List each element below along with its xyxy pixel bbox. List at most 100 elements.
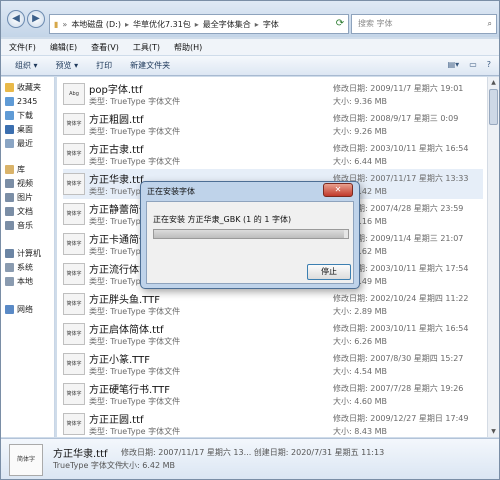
back-icon[interactable]: ◀ — [7, 10, 25, 28]
menu-tools[interactable]: 工具(T) — [133, 42, 160, 53]
file-name: 方正粗圆.ttf — [89, 115, 144, 126]
nav-item-label: 下载 — [17, 110, 33, 120]
font-file-icon: 简体字 — [63, 383, 85, 405]
nav-item[interactable]: 图片 — [5, 191, 55, 203]
nav-item[interactable]: 音乐 — [5, 219, 55, 231]
file-name: 方正小篆.TTF — [89, 355, 150, 366]
file-row[interactable]: 简体字 方正古隶.ttf 类型: TrueType 字体文件 修改日期: 2003/1… — [63, 139, 483, 169]
search-icon[interactable]: ⌕ — [488, 15, 492, 33]
forward-icon[interactable]: ▶ — [27, 10, 45, 28]
help-icon[interactable]: ? — [487, 60, 491, 69]
nav-item[interactable]: 收藏夹 — [5, 81, 55, 93]
file-type: 类型: TrueType 字体文件 — [89, 427, 181, 436]
file-date: 修改日期: 2009/12/27 星期日 17:49 — [333, 414, 469, 423]
nav-item-icon — [5, 110, 14, 120]
organize-button[interactable]: 组织 ▾ — [15, 60, 38, 71]
nav-item[interactable]: 本地 — [5, 275, 55, 287]
address-bar[interactable]: ▮ » 本地磁盘 (D:) ▸ 华草优化7.31包 ▸ 最全字体集合 ▸ 字体 — [49, 14, 349, 34]
close-icon[interactable]: ✕ — [323, 183, 353, 197]
nav-item-icon — [5, 304, 14, 314]
nav-item[interactable]: 桌面 — [5, 123, 55, 135]
nav-item[interactable]: 下载 — [5, 109, 55, 121]
font-file-icon: 简体字 — [63, 173, 85, 195]
folder-icon: ▮ — [54, 19, 59, 29]
file-date: 修改日期: 2003/10/11 星期六 16:54 — [333, 144, 469, 153]
details-type: TrueType 字体文件 — [53, 461, 123, 470]
details-dates: 修改日期: 2007/11/17 星期六 13... 创建日期: 2020/7/… — [121, 448, 385, 457]
file-size: 大小: 8.43 MB — [333, 427, 387, 436]
file-type: 类型: TrueType 字体文件 — [89, 367, 181, 376]
file-size: 大小: 6.26 MB — [333, 337, 387, 346]
file-type: 类型: TrueType 字体文件 — [89, 397, 181, 406]
vertical-scrollbar[interactable]: ▲ ▼ — [487, 77, 499, 437]
file-size: 大小: 4.60 MB — [333, 397, 387, 406]
nav-item-label: 本地 — [17, 276, 33, 286]
file-row[interactable]: 简体字 方正正圆.ttf 类型: TrueType 字体文件 修改日期: 2009/1… — [63, 409, 483, 437]
details-filename: 方正华隶.ttf — [53, 449, 108, 460]
nav-item-icon — [5, 96, 14, 106]
file-date: 修改日期: 2003/10/11 星期六 16:54 — [333, 324, 469, 333]
scroll-up-icon[interactable]: ▲ — [488, 77, 499, 88]
print-button[interactable]: 打印 — [96, 60, 112, 71]
nav-item-icon — [5, 192, 14, 202]
nav-item-icon — [5, 82, 14, 92]
menu-file[interactable]: 文件(F) — [9, 42, 36, 53]
progress-fill — [154, 230, 345, 238]
file-date: 修改日期: 2007/7/28 星期六 19:26 — [333, 384, 464, 393]
nav-item-label: 计算机 — [17, 248, 41, 258]
nav-item[interactable]: 2345 — [5, 95, 55, 107]
nav-item-label: 桌面 — [17, 124, 33, 134]
nav-item-icon — [5, 138, 14, 148]
nav-item[interactable]: 库 — [5, 163, 55, 175]
font-file-icon: 简体字 — [63, 323, 85, 345]
file-row[interactable]: 简体字 方正胖头鱼.TTF 类型: TrueType 字体文件 修改日期: 2002/… — [63, 289, 483, 319]
menu-view[interactable]: 查看(V) — [91, 42, 119, 53]
new-folder-button[interactable]: 新建文件夹 — [130, 60, 170, 71]
nav-item[interactable]: 计算机 — [5, 247, 55, 259]
file-name: 方正启体简体.ttf — [89, 325, 164, 336]
breadcrumb-disk[interactable]: 本地磁盘 (D:) — [71, 19, 121, 30]
nav-item[interactable]: 网络 — [5, 303, 55, 315]
nav-item-icon — [5, 220, 14, 230]
scroll-down-icon[interactable]: ▼ — [488, 426, 499, 437]
file-size: 大小: 6.44 MB — [333, 157, 387, 166]
search-input[interactable]: 搜索 字体 ⌕ — [351, 14, 497, 34]
menu-edit[interactable]: 编辑(E) — [50, 42, 77, 53]
file-size: 大小: 4.54 MB — [333, 367, 387, 376]
nav-item[interactable]: 文档 — [5, 205, 55, 217]
file-name: 方正硬笔行书.TTF — [89, 385, 170, 396]
font-file-icon: 简体字 — [63, 113, 85, 135]
file-name: 方正古隶.ttf — [89, 145, 144, 156]
stop-button[interactable]: 停止 — [307, 264, 351, 280]
nav-item-icon — [5, 276, 14, 286]
file-row[interactable]: 简体字 方正硬笔行书.TTF 类型: TrueType 字体文件 修改日期: 2007… — [63, 379, 483, 409]
preview-button[interactable]: 预览 ▾ — [56, 60, 79, 71]
nav-item-label: 库 — [17, 164, 25, 174]
nav-item-label: 网络 — [17, 304, 33, 314]
font-file-icon: 简体字 — [63, 413, 85, 435]
nav-item[interactable]: 最近 — [5, 137, 55, 149]
search-placeholder: 搜索 字体 — [358, 19, 393, 28]
file-name: 方正正圆.ttf — [89, 415, 144, 426]
file-row[interactable]: 简体字 方正粗圆.ttf 类型: TrueType 字体文件 修改日期: 2008/9… — [63, 109, 483, 139]
breadcrumb-collection[interactable]: 最全字体集合 — [203, 19, 251, 30]
preview-pane-icon[interactable]: ▭ — [469, 60, 477, 69]
scroll-thumb[interactable] — [489, 89, 498, 125]
nav-item-label: 视频 — [17, 178, 33, 188]
font-file-icon: 简体字 — [63, 143, 85, 165]
breadcrumb-fonts[interactable]: 字体 — [263, 19, 279, 30]
file-row[interactable]: 简体字 方正小篆.TTF 类型: TrueType 字体文件 修改日期: 2007/8… — [63, 349, 483, 379]
file-date: 修改日期: 2008/9/17 星期三 0:09 — [333, 114, 459, 123]
nav-item[interactable]: 视频 — [5, 177, 55, 189]
menu-help[interactable]: 帮助(H) — [174, 42, 202, 53]
file-row[interactable]: Abg pop字体.ttf 类型: TrueType 字体文件 修改日期: 2009/… — [63, 79, 483, 109]
file-row[interactable]: 简体字 方正启体简体.ttf 类型: TrueType 字体文件 修改日期: 2003… — [63, 319, 483, 349]
breadcrumb-pack[interactable]: 华草优化7.31包 — [133, 19, 191, 30]
nav-item-label: 最近 — [17, 138, 33, 148]
file-name: 方正华隶.ttf — [89, 175, 144, 186]
refresh-icon[interactable]: ⟳ — [331, 15, 349, 33]
file-type: 类型: TrueType 字体文件 — [89, 337, 181, 346]
view-options-icon[interactable]: ▤▾ — [448, 60, 460, 69]
file-date: 修改日期: 2002/10/24 星期四 11:22 — [333, 294, 469, 303]
nav-item[interactable]: 系统 — [5, 261, 55, 273]
